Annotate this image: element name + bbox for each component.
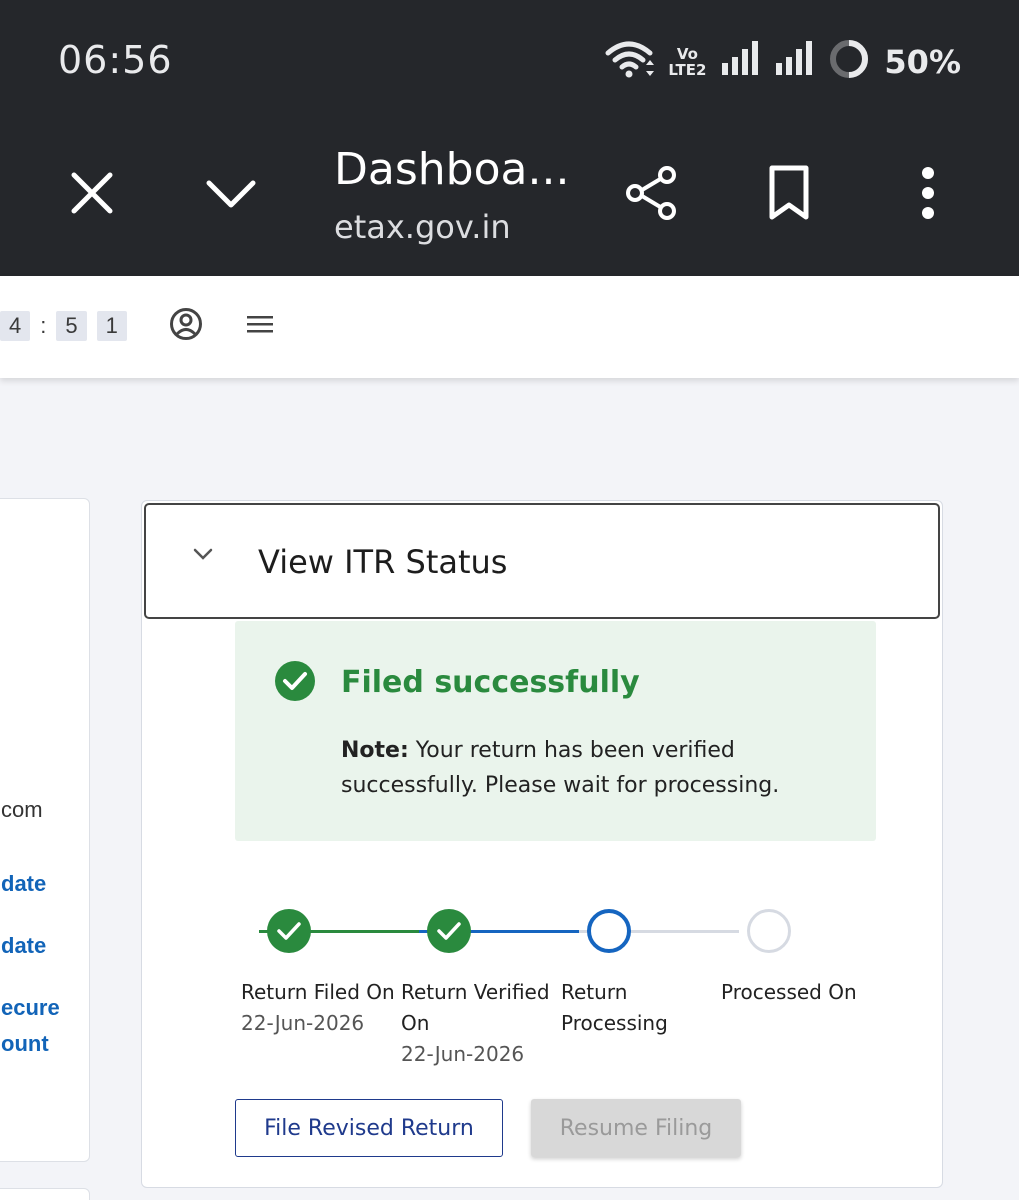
timer-digit: 5: [56, 311, 87, 341]
status-bar: 06:56 Vo LTE2 50%: [0, 0, 1019, 120]
step-date: 22-Jun-2026: [241, 1011, 365, 1035]
step-date: 22-Jun-2026: [401, 1042, 525, 1066]
secondary-card: [0, 1188, 90, 1200]
minimize-button[interactable]: [196, 158, 266, 228]
bookmark-button[interactable]: [754, 158, 824, 228]
more-options-button[interactable]: [893, 158, 963, 228]
step-label: Processed On: [721, 980, 857, 1004]
battery-percentage: 50%: [884, 42, 961, 81]
itr-status-card: View ITR Status Filed successfully Note:…: [141, 500, 943, 1188]
success-title: Filed successfully: [341, 665, 640, 700]
chevron-down-icon: [193, 548, 213, 560]
status-icons: Vo LTE2 50%: [604, 38, 961, 85]
menu-button[interactable]: [238, 302, 282, 346]
email-text: com: [1, 797, 43, 822]
browser-toolbar: Dashboa... etax.gov.in: [0, 120, 1019, 276]
step-current-icon: [587, 909, 631, 953]
hamburger-menu-icon: [247, 316, 273, 333]
close-icon: [71, 172, 113, 214]
step-done-icon: [267, 909, 311, 953]
user-circle-icon: [170, 308, 202, 340]
update-link[interactable]: date: [1, 871, 46, 897]
itr-status-accordion-header[interactable]: View ITR Status: [144, 503, 940, 619]
share-icon: [626, 166, 676, 220]
profile-card: com date date ecure ount: [0, 498, 90, 1162]
share-button[interactable]: [616, 158, 686, 228]
secure-account-link[interactable]: ecure ount: [1, 995, 60, 1057]
volte-icon: Vo LTE2: [668, 44, 707, 79]
bookmark-icon: [769, 165, 809, 220]
page-title[interactable]: Dashboa...: [334, 144, 569, 195]
clock: 06:56: [58, 38, 173, 82]
site-header: 4 : 5 1: [0, 276, 1019, 378]
step-done-icon: [427, 909, 471, 953]
step-label: Return Filed On 22-Jun-2026: [241, 977, 401, 1039]
session-timer: 4 : 5 1: [0, 311, 127, 341]
timer-digit: 1: [96, 311, 127, 341]
step-label: Return Processing: [561, 980, 668, 1035]
progress-stepper: Return Filed On 22-Jun-2026 Return Verif…: [237, 909, 897, 1079]
resume-filing-button[interactable]: Resume Filing: [531, 1099, 741, 1157]
timer-digit: 4: [0, 311, 31, 341]
profile-button[interactable]: [164, 302, 208, 346]
check-circle-icon: [275, 661, 315, 701]
battery-ring-icon: [828, 38, 870, 85]
close-tab-button[interactable]: [57, 158, 127, 228]
timer-separator: :: [40, 313, 47, 338]
success-note: Note: Your return has been verified succ…: [341, 738, 780, 798]
accordion-title: View ITR Status: [258, 543, 508, 581]
file-revised-return-button[interactable]: File Revised Return: [235, 1099, 503, 1157]
wifi-icon: [604, 39, 655, 84]
step-label: Return Verified On 22-Jun-2026: [401, 977, 551, 1070]
update-link[interactable]: date: [1, 933, 46, 959]
more-vert-icon: [922, 167, 934, 219]
chevron-down-icon: [206, 180, 256, 208]
page-url[interactable]: etax.gov.in: [334, 208, 511, 246]
signal-icon-1: [720, 41, 760, 82]
success-message-box: Filed successfully Note: Your return has…: [235, 621, 876, 841]
signal-icon-2: [774, 41, 814, 82]
step-pending-icon: [747, 909, 791, 953]
